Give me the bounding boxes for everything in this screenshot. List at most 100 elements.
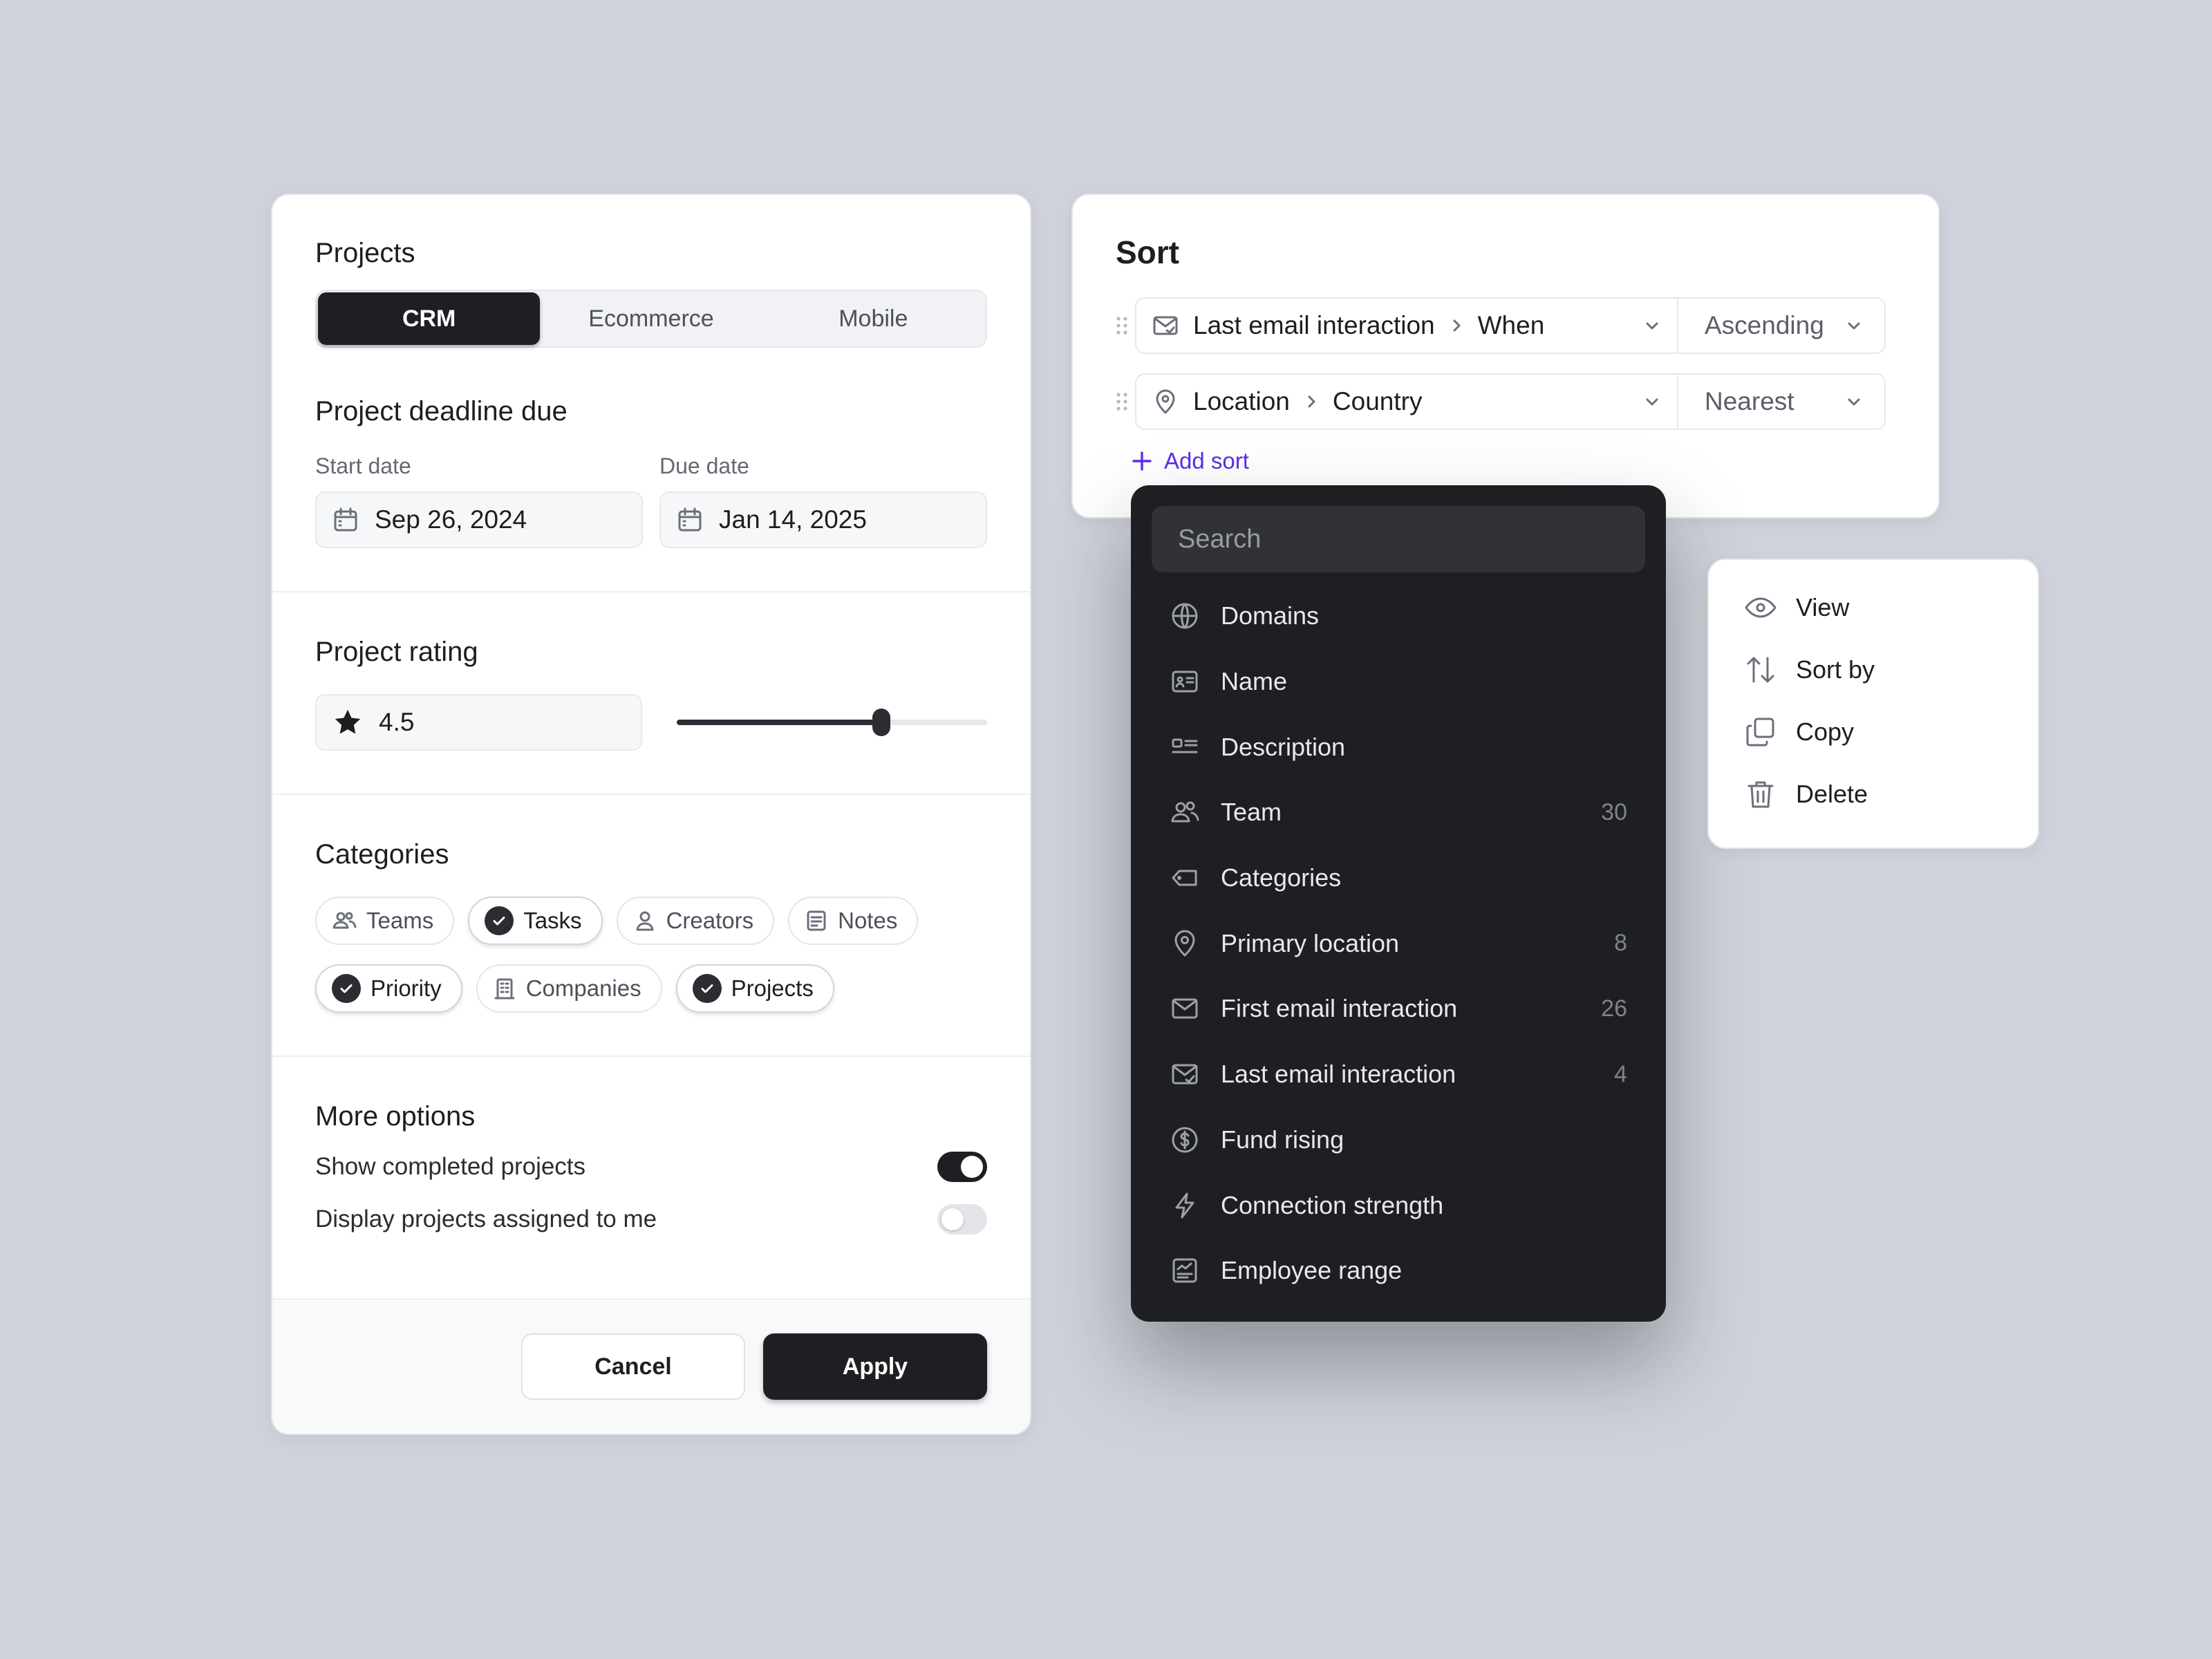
mail-check-icon	[1172, 1064, 1198, 1085]
dropdown-item-label: Categories	[1221, 863, 1342, 892]
chip-companies[interactable]: Companies	[476, 964, 662, 1013]
menu-item-sort-by[interactable]: Sort by	[1743, 653, 1875, 687]
copy-icon	[1746, 718, 1774, 747]
drag-handle-icon[interactable]	[1114, 391, 1130, 413]
dropdown-item-count: 30	[1601, 798, 1627, 825]
dropdown-item-last-email[interactable]: Last email interaction 4	[1152, 1042, 1645, 1107]
dropdown-item-count: 8	[1614, 930, 1627, 957]
users-icon	[332, 912, 357, 929]
dropdown-item-first-email[interactable]: First email interaction 26	[1152, 976, 1645, 1042]
chip-projects[interactable]: Projects	[675, 964, 834, 1013]
start-date-field[interactable]: Sep 26, 2024	[315, 491, 643, 548]
chip-label: Notes	[838, 908, 898, 933]
start-date-label: Start date	[315, 453, 411, 478]
due-date-field[interactable]: Jan 14, 2025	[659, 491, 987, 548]
option-show-completed: Show completed projects	[315, 1145, 987, 1189]
sort-row-2: Location Country Nearest	[1114, 373, 1886, 430]
sort-direction-value: Nearest	[1705, 387, 1794, 415]
cancel-button[interactable]: Cancel	[521, 1333, 745, 1400]
sort-panel: Sort Last email interaction When Ascendi…	[1071, 194, 1940, 518]
sort-direction-select-1[interactable]: Ascending	[1678, 297, 1886, 354]
check-icon	[332, 974, 361, 1003]
chip-tasks[interactable]: Tasks	[468, 897, 603, 945]
pin-icon	[1174, 930, 1195, 957]
building-icon	[494, 978, 515, 1000]
add-sort-button[interactable]: Add sort	[1131, 448, 1249, 474]
trash-icon	[1747, 781, 1774, 808]
tab-crm[interactable]: CRM	[318, 292, 541, 345]
sort-direction-select-2[interactable]: Nearest	[1678, 373, 1886, 430]
dropdown-item-employee-range[interactable]: Employee range	[1152, 1238, 1645, 1304]
tab-ecommerce[interactable]: Ecommerce	[540, 292, 762, 345]
apply-button[interactable]: Apply	[763, 1333, 987, 1400]
drag-handle-icon[interactable]	[1114, 315, 1130, 337]
tab-mobile[interactable]: Mobile	[762, 292, 984, 345]
sort-icon	[1747, 657, 1774, 683]
sort-field-sub: Country	[1332, 387, 1423, 415]
eye-icon	[1745, 597, 1777, 618]
check-icon	[485, 906, 514, 935]
description-icon	[1172, 738, 1198, 753]
star-icon	[335, 709, 361, 734]
assigned-to-me-toggle[interactable]	[937, 1204, 987, 1235]
calendar-icon	[334, 507, 357, 532]
bolt-icon	[1175, 1192, 1194, 1219]
search-placeholder: Search	[1178, 524, 1262, 554]
dropdown-item-label: Connection strength	[1221, 1190, 1444, 1219]
sort-row-1: Last email interaction When Ascending	[1114, 297, 1886, 354]
menu-item-label: Sort by	[1796, 655, 1875, 684]
dropdown-item-label: Employee range	[1221, 1256, 1403, 1285]
pin-icon	[1156, 389, 1175, 414]
start-date-value: Sep 26, 2024	[375, 505, 527, 534]
menu-item-copy[interactable]: Copy	[1743, 715, 1854, 749]
dropdown-item-description[interactable]: Description	[1152, 714, 1645, 780]
categories-title: Categories	[315, 839, 449, 870]
rating-input[interactable]: 4.5	[315, 694, 643, 751]
sort-field-sub: When	[1477, 311, 1545, 339]
rating-slider[interactable]	[677, 707, 987, 738]
option-label: Display projects assigned to me	[315, 1206, 657, 1232]
projects-title: Projects	[315, 238, 415, 268]
category-chips: Teams Tasks Creators Notes Priority Comp…	[315, 897, 979, 1013]
sort-field-select-1[interactable]: Last email interaction When	[1135, 297, 1678, 354]
chip-priority[interactable]: Priority	[315, 964, 462, 1013]
chevron-down-icon	[1646, 322, 1658, 330]
dropdown-search-input[interactable]: Search	[1152, 506, 1645, 572]
menu-item-label: Delete	[1796, 780, 1868, 808]
sort-title: Sort	[1116, 234, 1179, 270]
rating-section: Project rating 4.5	[272, 592, 1030, 795]
chip-label: Companies	[525, 975, 641, 1001]
dropdown-item-count: 4	[1614, 1060, 1627, 1087]
chip-label: Teams	[366, 908, 434, 933]
chip-teams[interactable]: Teams	[315, 897, 455, 945]
dropdown-item-label: Last email interaction	[1221, 1060, 1456, 1089]
show-completed-toggle[interactable]	[937, 1152, 987, 1182]
chevron-down-icon	[1646, 398, 1658, 406]
chip-label: Tasks	[523, 908, 582, 933]
dropdown-item-categories[interactable]: Categories	[1152, 845, 1645, 911]
chevron-down-icon	[1848, 398, 1860, 406]
sort-field-select-2[interactable]: Location Country	[1135, 373, 1678, 430]
menu-item-view[interactable]: View	[1743, 590, 1849, 625]
sort-field-name: Last email interaction	[1193, 311, 1435, 339]
check-icon	[692, 974, 722, 1003]
dropdown-item-label: Domains	[1221, 601, 1320, 630]
dropdown-item-team[interactable]: Team 30	[1152, 780, 1645, 845]
dropdown-item-name[interactable]: Name	[1152, 649, 1645, 715]
chip-label: Priority	[371, 975, 442, 1001]
dropdown-item-fund-rising[interactable]: Fund rising	[1152, 1107, 1645, 1173]
dropdown-item-count: 26	[1601, 995, 1627, 1022]
chevron-right-icon	[1308, 395, 1315, 408]
dropdown-item-primary-location[interactable]: Primary location 8	[1152, 910, 1645, 976]
dropdown-item-label: First email interaction	[1221, 994, 1458, 1023]
dropdown-item-connection-strength[interactable]: Connection strength	[1152, 1172, 1645, 1238]
sort-direction-value: Ascending	[1705, 311, 1824, 339]
menu-item-delete[interactable]: Delete	[1743, 777, 1868, 812]
chip-creators[interactable]: Creators	[616, 897, 775, 945]
menu-item-label: View	[1796, 593, 1850, 621]
due-date-value: Jan 14, 2025	[719, 505, 867, 534]
users-icon	[1171, 801, 1199, 823]
dropdown-item-domains[interactable]: Domains	[1152, 583, 1645, 649]
chip-notes[interactable]: Notes	[788, 897, 919, 945]
rating-slider-handle[interactable]	[872, 709, 891, 736]
